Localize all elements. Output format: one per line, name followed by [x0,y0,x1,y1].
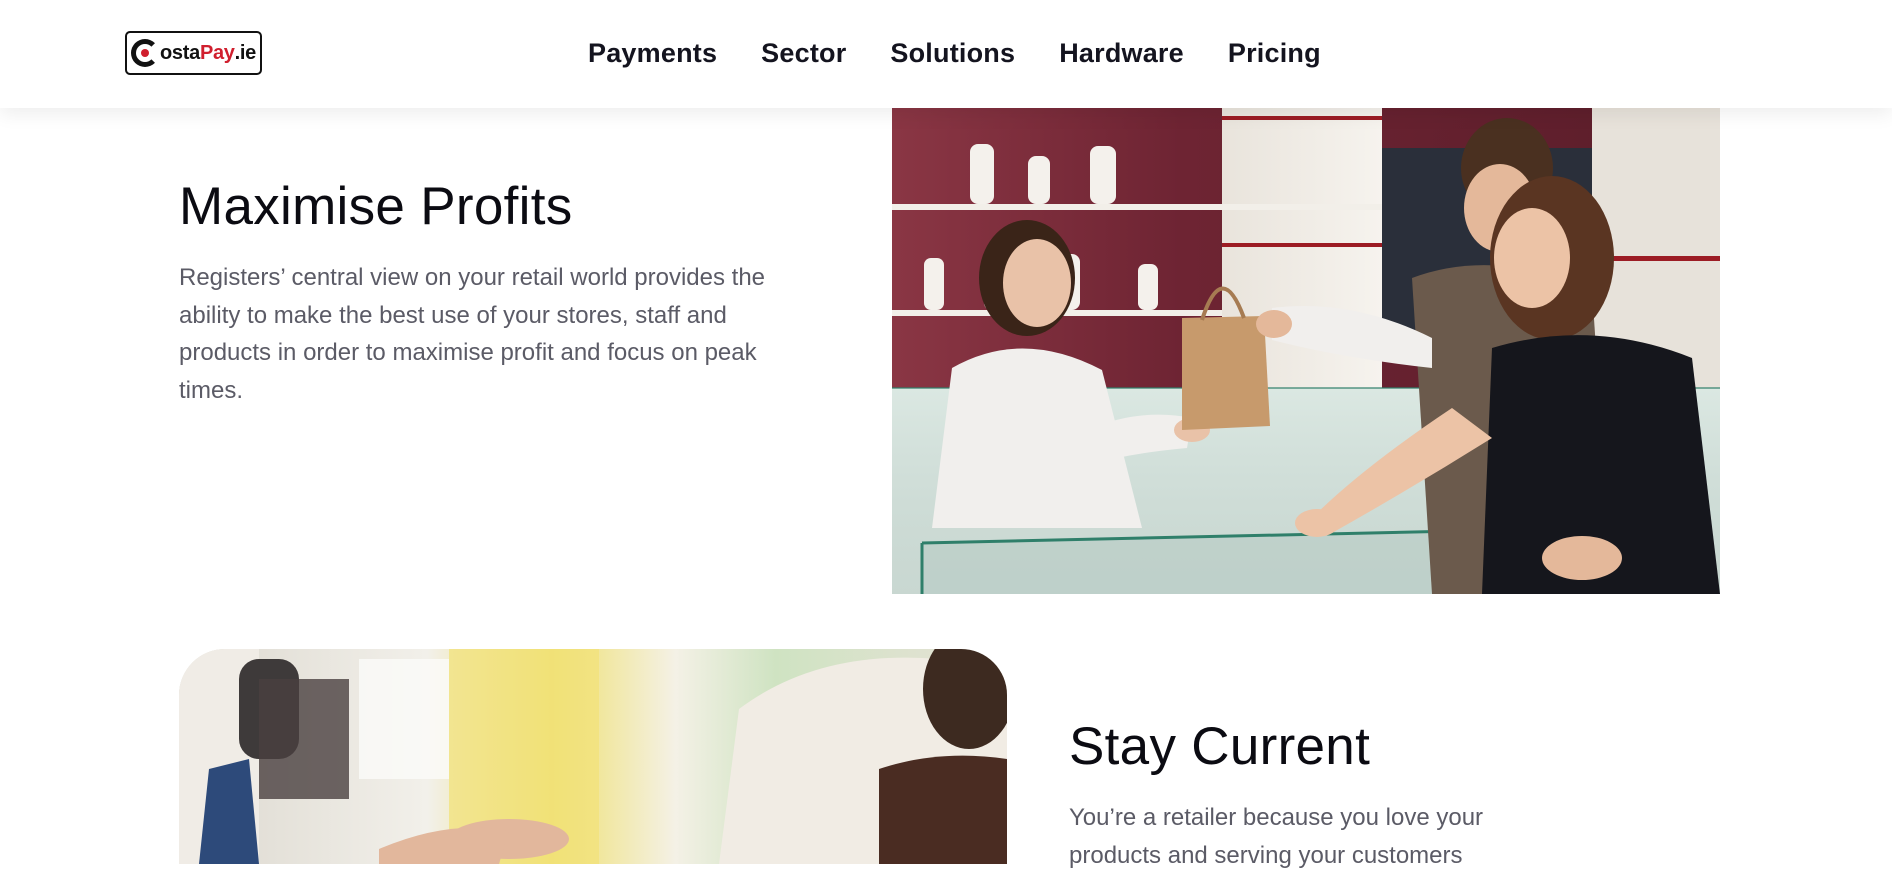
cafe-counter-photo [179,649,1007,864]
section2-title: Stay Current [1069,717,1371,776]
logo-text-tld: .ie [234,41,257,64]
site-header: osta Pay .ie Payments Sector Solutions H… [0,0,1892,108]
main-nav: Payments Sector Solutions Hardware Prici… [588,33,1321,73]
cafe-counter-illustration [179,649,1007,864]
nav-item-hardware[interactable]: Hardware [1059,33,1184,73]
nav-item-sector[interactable]: Sector [761,33,846,73]
section2-text: Stay Current You’re a retailer because y… [1069,712,1669,874]
logo-text-dark: osta [160,41,200,64]
logo-text-red: Pay [199,41,235,64]
nav-item-payments[interactable]: Payments [588,33,717,73]
section2-body: You’re a retailer because you love your … [1069,804,1484,869]
section1-title: Maximise Profits [179,177,573,236]
jewelry-shop-photo [892,108,1720,594]
section1-text: Maximise Profits Registers’ central view… [179,172,779,409]
section1-body: Registers’ central view on your retail w… [179,264,766,404]
jewelry-shop-illustration [892,108,1720,594]
logo-c-icon [131,39,159,67]
nav-item-pricing[interactable]: Pricing [1228,33,1321,73]
costapay-logo[interactable]: osta Pay .ie [125,31,262,75]
nav-item-solutions[interactable]: Solutions [890,33,1015,73]
